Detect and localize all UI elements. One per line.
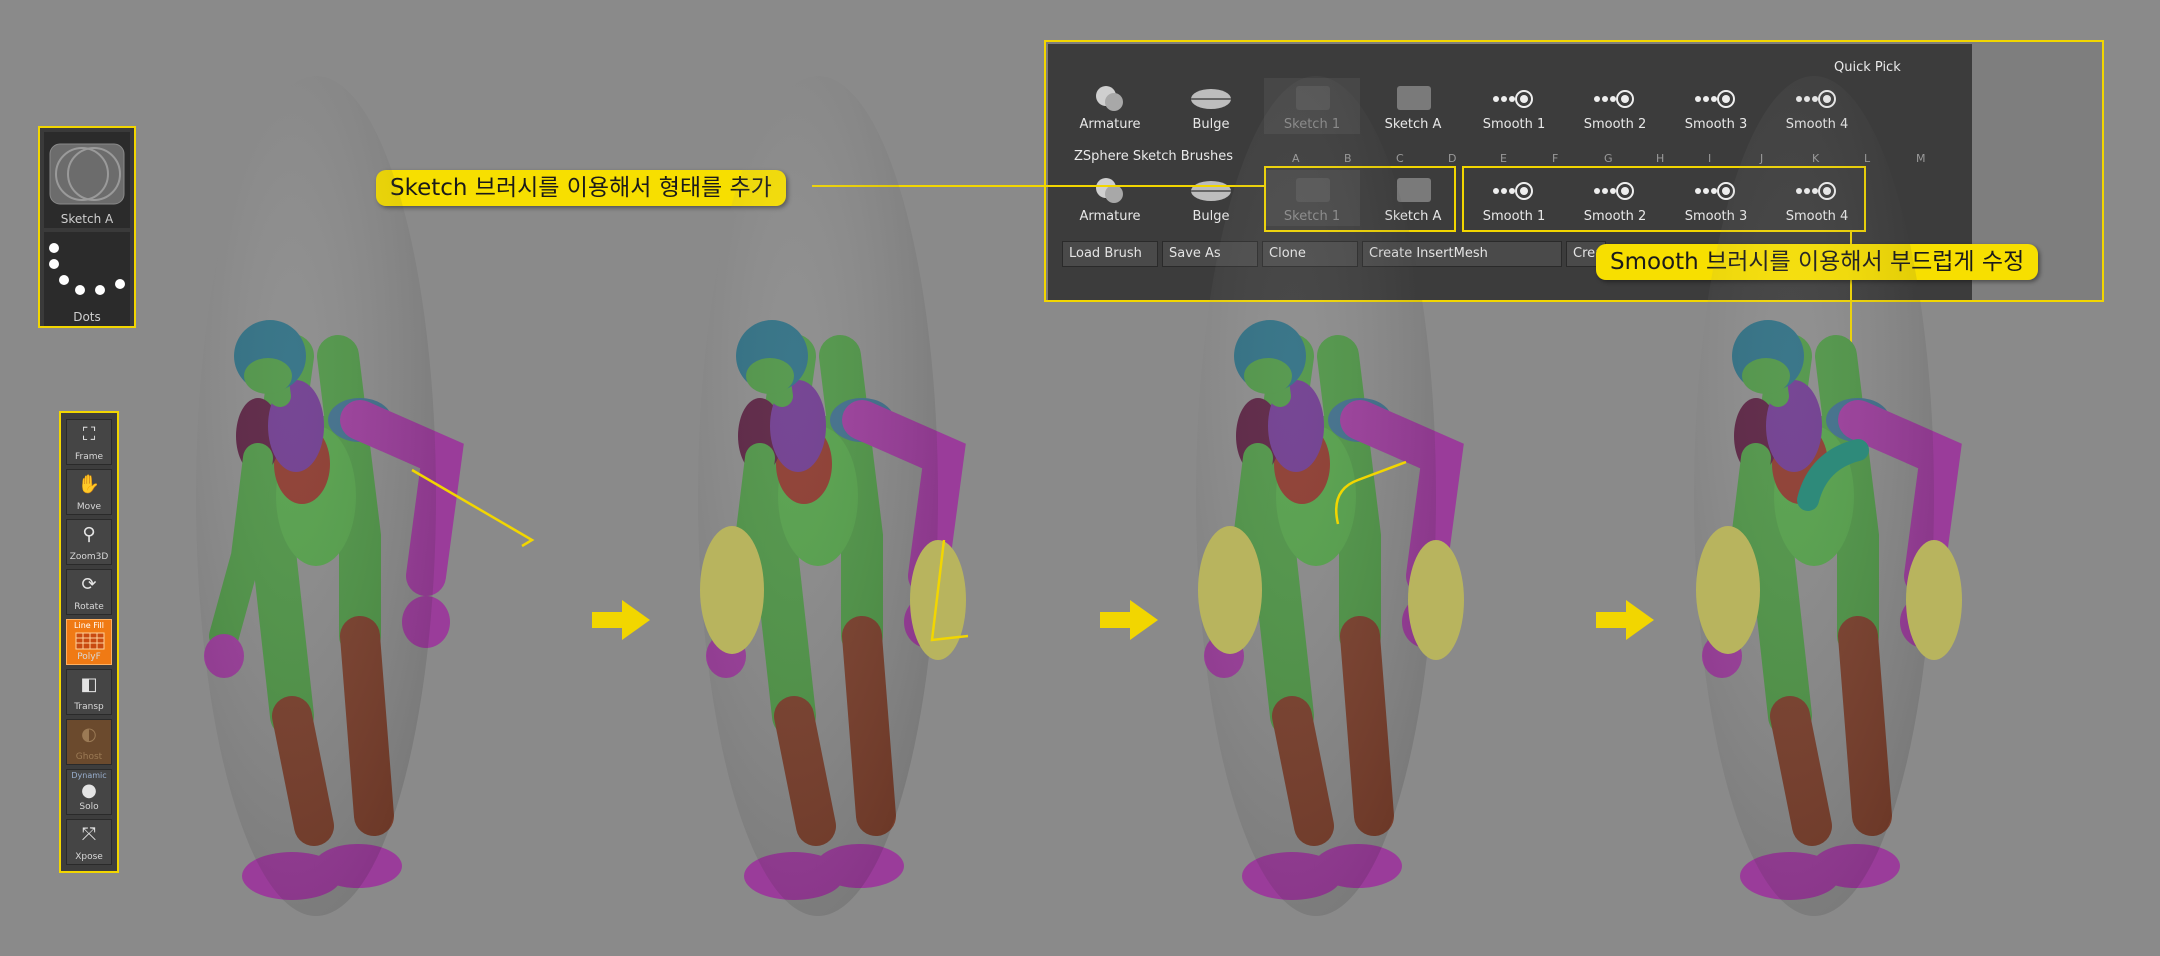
brush-smooth-4[interactable]: Smooth 4 xyxy=(1769,78,1865,134)
brush-label: Smooth 3 xyxy=(1684,117,1748,132)
frame-icon: ⛶ xyxy=(82,424,96,445)
create-insertmesh-button[interactable]: Create InsertMesh xyxy=(1362,241,1562,267)
canvas: Sketch A Dots ⛶ Frame ✋ Move ⚲ Zoom3D ⟳ … xyxy=(0,0,2160,956)
smooth-icon xyxy=(1796,90,1836,108)
brush-armature[interactable]: Armature xyxy=(1062,78,1158,134)
brush-label: Smooth 4 xyxy=(1785,117,1849,132)
hand-move-icon: ✋ xyxy=(77,474,101,495)
brush-letter: F xyxy=(1552,152,1559,165)
step-arrow-2 xyxy=(1100,600,1158,640)
sketched-forearm xyxy=(1906,540,1962,660)
rotate-button[interactable]: ⟳ Rotate xyxy=(66,569,112,615)
sketch-brush-icon xyxy=(49,143,125,205)
step-arrow-3 xyxy=(1596,600,1654,640)
brush-letter: K xyxy=(1812,152,1820,165)
brush-letter: L xyxy=(1864,152,1871,165)
transparency-icon: ◧ xyxy=(80,674,98,695)
brush-letter: B xyxy=(1344,152,1352,165)
brush-preview-panel: Sketch A Dots xyxy=(38,126,136,328)
sketch-icon xyxy=(1296,86,1330,110)
brush-label: Armature xyxy=(1079,117,1141,132)
brush-letter: H xyxy=(1656,152,1665,165)
brush-bulge[interactable]: Bulge xyxy=(1163,78,1259,134)
quick-pick-title: Quick Pick xyxy=(1834,60,1901,75)
brush-letter: D xyxy=(1448,152,1457,165)
brush-bulge[interactable]: Bulge xyxy=(1163,170,1259,226)
sketched-forearm xyxy=(910,540,966,660)
brush-letter: J xyxy=(1760,152,1764,165)
clone-button[interactable]: Clone xyxy=(1262,241,1358,267)
brush-sketch-a[interactable]: Sketch A xyxy=(1365,78,1461,134)
brush-letter: A xyxy=(1292,152,1300,165)
sketch-brushes-title: ZSphere Sketch Brushes xyxy=(1074,149,1234,164)
bulge-icon xyxy=(1191,181,1231,201)
ghost-button[interactable]: ◐ Ghost xyxy=(66,719,112,765)
smooth-callout: Smooth 브러시를 이용해서 부드럽게 수정 xyxy=(1596,244,2039,280)
brush-stroke-hint-2 xyxy=(930,539,969,642)
armature-icon xyxy=(1096,178,1123,203)
brush-letter: E xyxy=(1500,152,1507,165)
load-brush-button[interactable]: Load Brush xyxy=(1062,241,1158,267)
brush-letter: I xyxy=(1708,152,1712,165)
smooth-icon xyxy=(1493,90,1533,108)
dots-stroke-icon xyxy=(49,243,125,295)
sketched-upper-arm xyxy=(1198,526,1262,654)
rotate-icon: ⟳ xyxy=(81,574,97,595)
brush-stroke-hint-3 xyxy=(1335,460,1407,525)
line-fill-label: Line Fill xyxy=(74,621,104,630)
brush-label: Armature xyxy=(1079,209,1141,224)
brush-label: Smooth 1 xyxy=(1482,117,1546,132)
xpose-icon: ⤧ xyxy=(81,824,97,845)
brush-letter: C xyxy=(1396,152,1404,165)
solo-icon: ● xyxy=(81,780,97,801)
sketched-upper-arm xyxy=(700,526,764,654)
save-as-button[interactable]: Save As xyxy=(1162,241,1258,267)
brush-armature[interactable]: Armature xyxy=(1062,170,1158,226)
brush-smooth-3[interactable]: Smooth 3 xyxy=(1668,78,1764,134)
brush-label: Bulge xyxy=(1192,117,1230,132)
dots-stroke-slot[interactable]: Dots xyxy=(44,232,130,326)
sketch-callout: Sketch 브러시를 이용해서 형태를 추가 xyxy=(376,170,786,206)
solo-button[interactable]: Dynamic ● Solo xyxy=(66,769,112,815)
brush-label: Smooth 2 xyxy=(1583,117,1647,132)
sketch-icon xyxy=(1397,86,1431,110)
smooth-brushes-highlight xyxy=(1462,166,1866,232)
smoothed-chest-strip xyxy=(1797,439,1869,511)
view-toolbar: ⛶ Frame ✋ Move ⚲ Zoom3D ⟳ Rotate Line Fi… xyxy=(59,411,119,873)
sketched-forearm xyxy=(1408,540,1464,660)
frame-button[interactable]: ⛶ Frame xyxy=(66,419,112,465)
brush-label: Sketch A xyxy=(60,212,114,226)
transp-button[interactable]: ◧ Transp xyxy=(66,669,112,715)
zoom-icon: ⚲ xyxy=(82,524,96,545)
sketch-a-brush-slot[interactable]: Sketch A xyxy=(44,132,130,228)
dynamic-label: Dynamic xyxy=(71,771,107,780)
brush-letter: M xyxy=(1916,152,1926,165)
brush-label: Bulge xyxy=(1192,209,1230,224)
sketch-brushes-highlight xyxy=(1264,166,1456,232)
quick-pick-row: Armature Bulge Sketch 1 Sketch A Smooth 1 Smo… xyxy=(1062,78,1862,134)
brush-label: Sketch A xyxy=(1384,117,1442,132)
brush-sketch-1[interactable]: Sketch 1 xyxy=(1264,78,1360,134)
bulge-icon xyxy=(1191,89,1231,109)
brush-stroke-hint-1 xyxy=(411,468,535,548)
move-button[interactable]: ✋ Move xyxy=(66,469,112,515)
brush-letter: G xyxy=(1604,152,1613,165)
sketched-upper-arm xyxy=(1696,526,1760,654)
ghost-icon: ◐ xyxy=(81,724,97,745)
brush-label: Sketch 1 xyxy=(1283,117,1341,132)
armature-icon xyxy=(1096,86,1123,111)
zoom3d-button[interactable]: ⚲ Zoom3D xyxy=(66,519,112,565)
xpose-button[interactable]: ⤧ Xpose xyxy=(66,819,112,865)
sketch-leader-line xyxy=(812,185,1264,187)
polyframe-icon xyxy=(75,632,105,650)
brush-smooth-1[interactable]: Smooth 1 xyxy=(1466,78,1562,134)
stroke-label: Dots xyxy=(73,310,101,324)
smooth-icon xyxy=(1594,90,1634,108)
polyframe-button[interactable]: Line Fill PolyF xyxy=(66,619,112,665)
brush-smooth-2[interactable]: Smooth 2 xyxy=(1567,78,1663,134)
smooth-icon xyxy=(1695,90,1735,108)
step-arrow-1 xyxy=(592,600,650,640)
